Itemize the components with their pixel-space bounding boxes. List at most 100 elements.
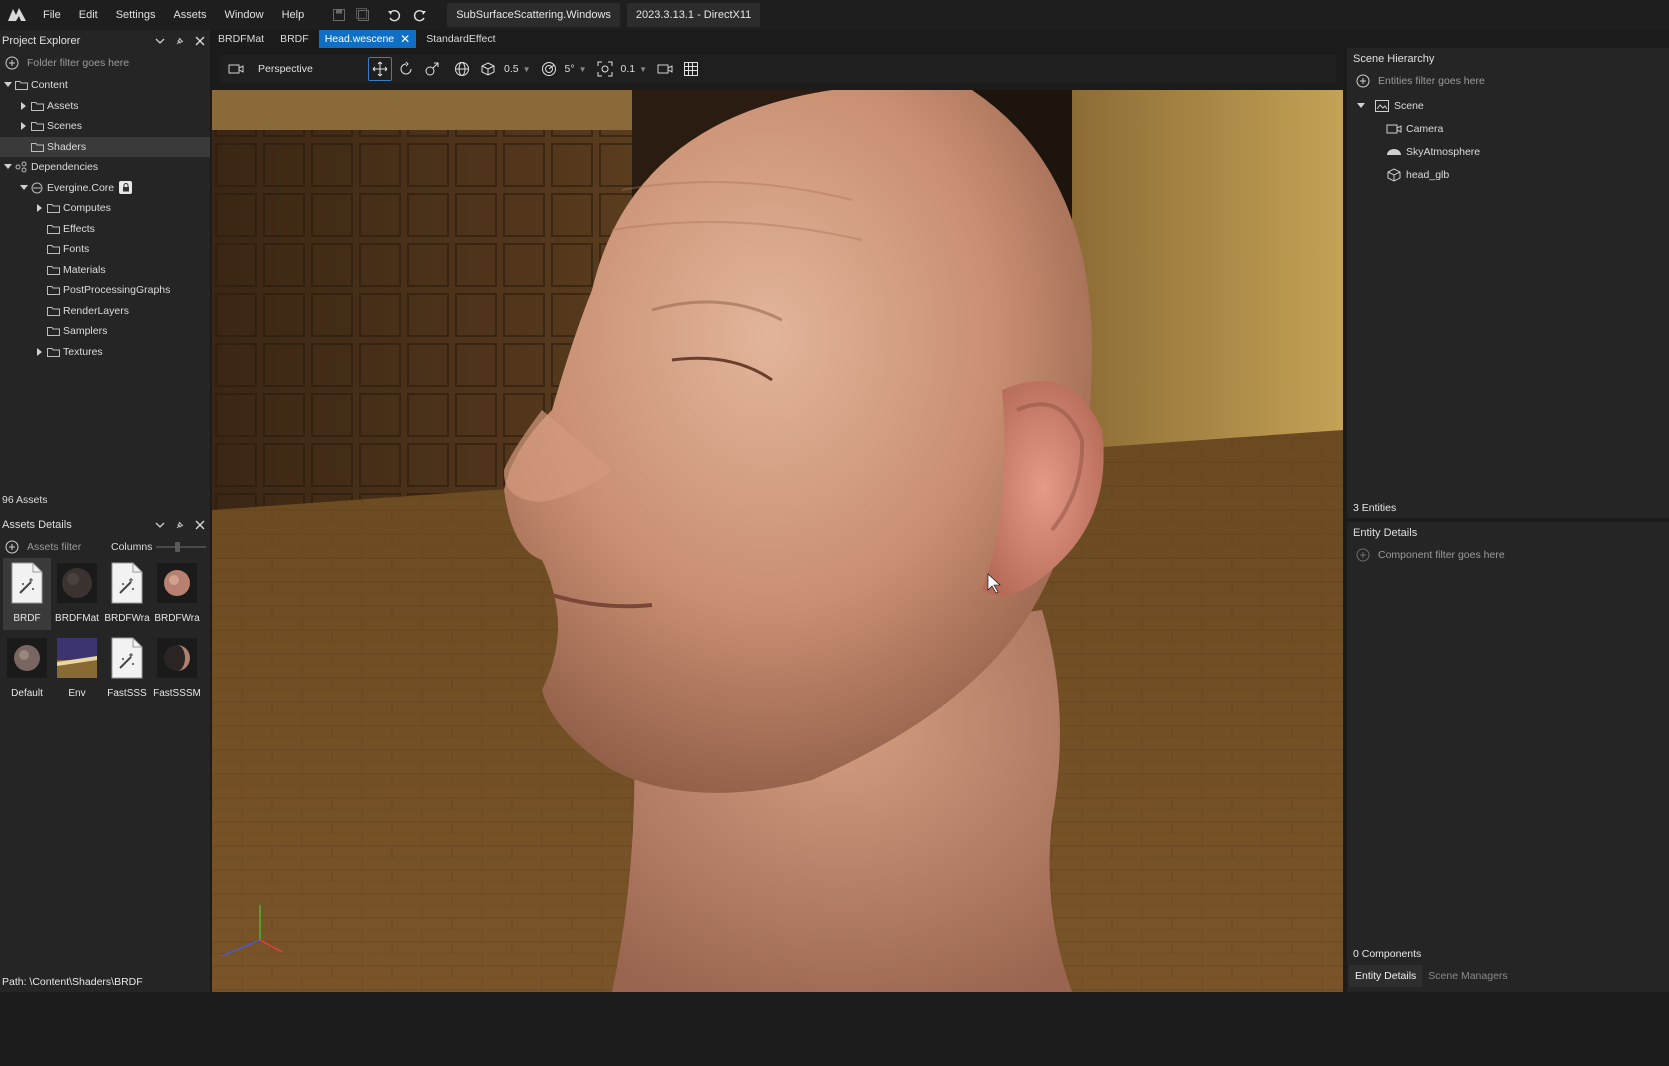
asset-tile[interactable]: FastSSS [103,633,151,705]
close-icon[interactable]: ✕ [400,30,410,48]
tree-item[interactable]: RenderLayers [0,301,210,322]
menu-window[interactable]: Window [215,0,272,30]
tree-item[interactable]: Computes [0,198,210,219]
asset-name: BRDFWra [104,613,150,624]
rotate-gizmo-icon[interactable] [394,57,418,81]
chevron-right-icon [34,243,46,255]
rotate-snap-icon[interactable] [537,57,561,81]
tree-item[interactable]: Fonts [0,239,210,260]
chevron-down-icon[interactable]: ▼ [523,65,531,74]
entities-filter-input[interactable]: Entities filter goes here [1378,75,1485,87]
asset-count: 96 Assets [0,490,210,510]
tree-item[interactable]: Samplers [0,321,210,342]
move-gizmo-icon[interactable] [368,57,392,81]
undo-icon[interactable] [383,0,407,30]
chevron-down-icon[interactable] [18,182,30,194]
menu-help[interactable]: Help [273,0,314,30]
hierarchy-item[interactable]: SkyAtmosphere [1353,140,1669,163]
camera-icon[interactable] [224,57,248,81]
tree-item[interactable]: Effects [0,219,210,240]
scale-gizmo-icon[interactable] [420,57,444,81]
hierarchy-item[interactable]: Camera [1353,117,1669,140]
tab-scene-managers[interactable]: Scene Managers [1422,965,1513,987]
redo-icon[interactable] [407,0,431,30]
component-filter-input[interactable]: Component filter goes here [1378,549,1505,561]
add-icon[interactable] [2,52,22,74]
tree-item[interactable]: Evergine.Core [0,178,210,199]
pin-icon[interactable] [170,514,190,536]
add-icon[interactable] [1353,544,1373,566]
translate-snap-icon[interactable] [476,57,500,81]
menu-file[interactable]: File [34,0,70,30]
tab-head-wescene[interactable]: Head.wescene ✕ [318,30,417,48]
save-all-icon[interactable] [351,0,375,30]
tree-item[interactable]: Scenes [0,116,210,137]
hierarchy-item-label: head_glb [1406,168,1450,181]
hierarchy-item[interactable]: Scene [1353,94,1669,117]
tree-item[interactable]: Textures [0,342,210,363]
grid-icon[interactable] [679,57,703,81]
global-space-icon[interactable] [450,57,474,81]
chevron-down-icon[interactable] [150,514,170,536]
scale-snap-value[interactable]: 0.1 [621,63,636,75]
rotate-snap-value[interactable]: 5° [565,63,575,75]
asset-tile[interactable]: Default [3,633,51,705]
chevron-down-icon[interactable]: ▼ [579,65,587,74]
close-icon[interactable] [190,514,210,536]
asset-tile[interactable]: BRDFMat [53,558,101,630]
save-icon[interactable] [327,0,351,30]
columns-slider-thumb[interactable] [175,542,180,552]
folder-icon [46,264,60,276]
pin-icon[interactable] [170,30,190,52]
tree-item[interactable]: Dependencies [0,157,210,178]
chevron-down-icon[interactable] [2,161,14,173]
asset-path: Path: \Content\Shaders\BRDF [0,972,210,992]
add-icon[interactable] [1353,70,1373,92]
tree-item[interactable]: Assets [0,96,210,117]
menu-settings[interactable]: Settings [107,0,165,30]
chevron-down-icon[interactable] [1355,100,1367,112]
chevron-right-icon[interactable] [34,202,46,214]
close-icon[interactable] [190,30,210,52]
camera-mode[interactable]: Perspective [258,63,368,75]
entities-filter[interactable]: Entities filter goes here [1347,70,1669,92]
bottom-bar [0,992,1669,1066]
folder-filter-input[interactable]: Folder filter goes here [27,57,129,69]
add-icon[interactable] [2,536,22,558]
assets-filter-input[interactable]: Assets filter [27,541,107,553]
scene-icon [1373,99,1391,112]
asset-tile[interactable]: BRDFWra [103,558,151,630]
columns-slider[interactable] [156,546,206,548]
tree-item[interactable]: Materials [0,260,210,281]
menu-assets[interactable]: Assets [164,0,215,30]
tab-brdf[interactable]: BRDF [274,30,315,48]
asset-tile[interactable]: Env [53,633,101,705]
assets-filter[interactable]: Assets filter Columns [0,536,210,558]
scale-snap-icon[interactable] [593,57,617,81]
chevron-down-icon[interactable]: ▼ [639,65,647,74]
chevron-right-icon [34,325,46,337]
tree-item[interactable]: PostProcessingGraphs [0,280,210,301]
tree-item[interactable]: Shaders [0,136,210,157]
tab-brdfmat[interactable]: BRDFMat [212,30,270,48]
translate-snap-value[interactable]: 0.5 [504,63,519,75]
scene-viewport[interactable] [212,90,1343,992]
folder-filter[interactable]: Folder filter goes here [0,52,210,74]
menu-edit[interactable]: Edit [70,0,107,30]
chevron-down-icon[interactable] [150,30,170,52]
camera-settings-icon[interactable] [653,57,677,81]
entity-details-panel: Entity Details Component filter goes her… [1347,522,1669,992]
component-filter[interactable]: Component filter goes here [1347,544,1669,566]
asset-tile[interactable]: BRDF [3,558,51,630]
tab-standard-effect[interactable]: StandardEffect [420,30,501,48]
tree-item[interactable]: Content [0,75,210,96]
asset-tile[interactable]: BRDFWra [153,558,201,630]
chevron-right-icon[interactable] [34,346,46,358]
tab-entity-details[interactable]: Entity Details [1349,965,1423,987]
chevron-right-icon[interactable] [18,120,30,132]
asset-tile[interactable]: FastSSSM [153,633,201,705]
chevron-down-icon[interactable] [2,79,14,91]
chevron-right-icon[interactable] [18,100,30,112]
hierarchy-item[interactable]: head_glb [1353,163,1669,186]
tab-label: BRDF [280,33,309,45]
